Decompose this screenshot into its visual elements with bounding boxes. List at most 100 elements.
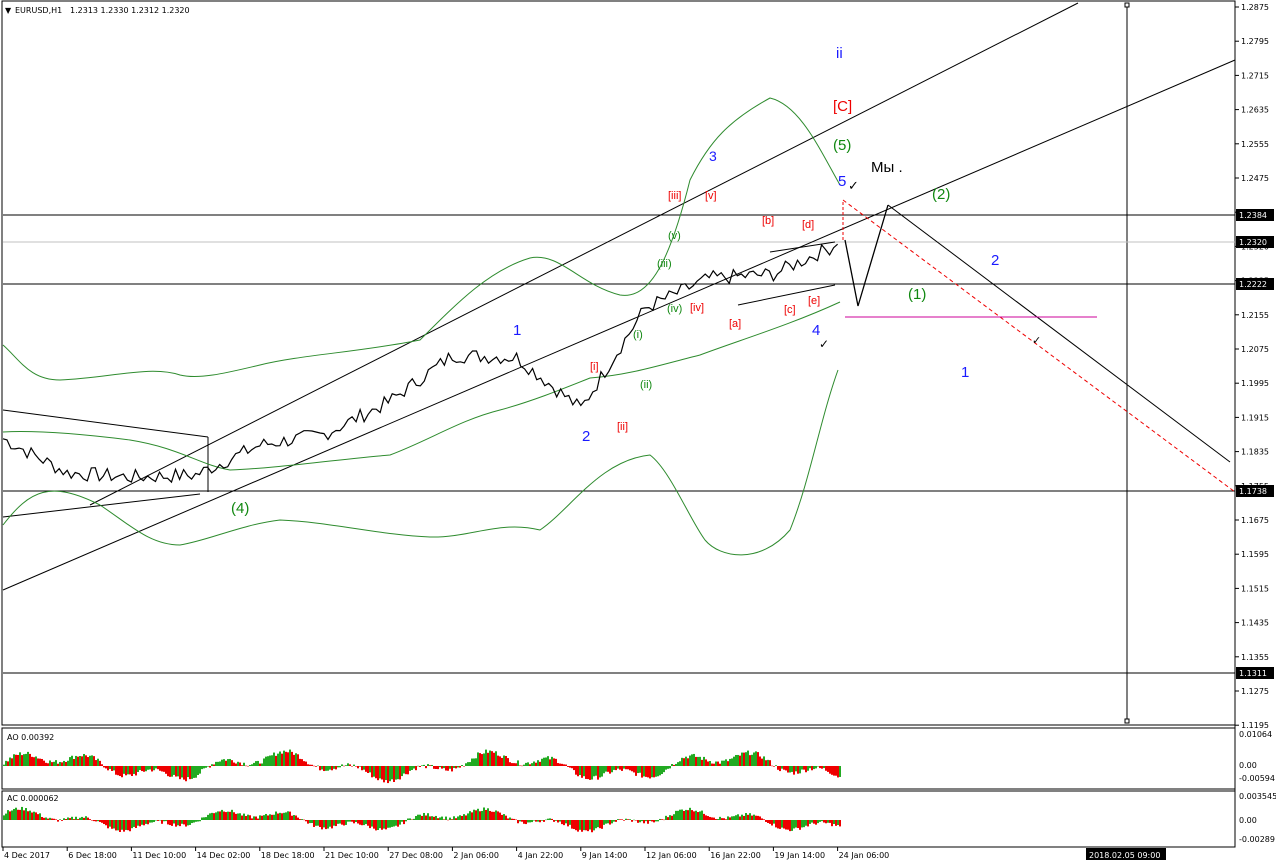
histogram-bar — [541, 758, 543, 766]
histogram-bar — [667, 766, 669, 769]
histogram-bar — [95, 820, 97, 822]
time-tick-label: 4 Dec 2017 — [4, 851, 50, 860]
channel-lower-line[interactable] — [2, 59, 1236, 591]
histogram-bar — [673, 764, 675, 766]
histogram-bar — [681, 757, 683, 766]
histogram-bar — [373, 766, 375, 777]
time-axis[interactable]: 4 Dec 2017 6 Dec 18:00 11 Dec 10:00 14 Dec … — [2, 847, 890, 860]
triangle-upper-line[interactable] — [769, 241, 836, 253]
histogram-bar — [837, 766, 839, 778]
histogram-bar — [385, 820, 387, 830]
histogram-bar — [787, 820, 789, 830]
histogram-bar — [791, 766, 793, 772]
histogram-bar — [617, 819, 619, 820]
histogram-bar — [115, 820, 117, 831]
histogram-bar — [715, 819, 717, 820]
histogram-bar — [583, 820, 585, 831]
ao-tick-mid: 0.00 — [1239, 761, 1257, 770]
cursor-handle-top[interactable] — [1124, 2, 1130, 8]
histogram-bar — [419, 766, 421, 768]
histogram-bar — [3, 764, 5, 766]
histogram-bar — [453, 766, 455, 768]
histogram-bar — [345, 765, 347, 766]
histogram-bar — [521, 820, 523, 822]
histogram-bar — [63, 760, 65, 766]
histogram-bar — [369, 820, 371, 829]
histogram-bar — [443, 766, 445, 769]
histogram-bar — [831, 766, 833, 775]
histogram-bar — [585, 820, 587, 831]
price-tick-label: 1.1355 — [1241, 653, 1269, 662]
histogram-bar — [65, 819, 67, 820]
histogram-bar — [655, 820, 657, 822]
price-tick-label: 1.2875 — [1241, 3, 1269, 12]
price-axis[interactable]: 1.2875 1.2795 1.2715 1.2635 1.2555 1.2475 1.23… — [1235, 3, 1269, 730]
histogram-bar — [583, 766, 585, 777]
histogram-bar — [691, 810, 693, 820]
histogram-bar — [503, 814, 505, 820]
histogram-bar — [319, 766, 321, 771]
histogram-bar — [115, 766, 117, 775]
histogram-bar — [505, 755, 507, 766]
histogram-bar — [641, 766, 643, 778]
histogram-bar — [653, 820, 655, 823]
price-tick-label: 1.2155 — [1241, 311, 1269, 320]
histogram-bar — [835, 820, 837, 826]
histogram-bar — [409, 818, 411, 820]
histogram-bar — [35, 756, 37, 766]
time-tick-label: 24 Jan 06:00 — [839, 851, 890, 860]
histogram-bar — [447, 766, 449, 771]
histogram-bar — [283, 750, 285, 766]
histogram-bar — [779, 766, 781, 772]
triangle-lower-line[interactable] — [737, 284, 836, 306]
histogram-bar — [649, 820, 651, 822]
histogram-bar — [349, 764, 351, 766]
histogram-bar — [81, 816, 83, 820]
histogram-bar — [133, 766, 135, 774]
histogram-bar — [217, 761, 219, 766]
histogram-bar — [309, 820, 311, 824]
cursor-handle-bottom[interactable] — [1124, 718, 1130, 724]
histogram-bar — [51, 762, 53, 766]
histogram-bar — [271, 814, 273, 820]
histogram-bar — [651, 766, 653, 778]
histogram-bar — [541, 820, 543, 821]
histogram-bar — [267, 815, 269, 820]
wave-label: 4 — [812, 322, 820, 339]
wave-label: ii — [836, 45, 843, 62]
forecast-zigzag[interactable] — [844, 204, 889, 307]
histogram-bar — [455, 766, 457, 769]
histogram-bar — [783, 820, 785, 829]
histogram-bar — [457, 816, 459, 820]
histogram-bar — [511, 763, 513, 766]
histogram-bar — [469, 762, 471, 766]
wedge-upper-line[interactable] — [2, 409, 209, 438]
forecast-channel-line[interactable] — [887, 204, 1231, 463]
histogram-bar — [565, 820, 567, 824]
wave-label: Мы . — [871, 159, 903, 176]
histogram-bar — [587, 766, 589, 780]
wave-label: (1) — [908, 286, 926, 303]
histogram-bar — [359, 820, 361, 825]
histogram-bar — [551, 756, 553, 766]
histogram-bar — [689, 755, 691, 766]
histogram-bar — [781, 820, 783, 828]
histogram-bar — [347, 820, 349, 822]
histogram-bar — [757, 752, 759, 766]
histogram-bar — [133, 820, 135, 827]
histogram-bar — [203, 817, 205, 820]
histogram-bar — [459, 766, 461, 768]
histogram-bar — [277, 813, 279, 820]
header-triangle-icon[interactable]: ▼ — [5, 6, 12, 15]
histogram-bar — [443, 819, 445, 820]
histogram-bar — [391, 766, 393, 780]
histogram-bar — [201, 817, 203, 820]
time-tick-label: 21 Dec 10:00 — [325, 851, 379, 860]
histogram-bar — [793, 766, 795, 775]
histogram-bar — [601, 766, 603, 777]
wave-label: (iv) — [667, 303, 682, 315]
histogram-bar — [379, 766, 381, 779]
histogram-bar — [727, 761, 729, 766]
histogram-bar — [767, 759, 769, 766]
histogram-bar — [641, 820, 643, 822]
